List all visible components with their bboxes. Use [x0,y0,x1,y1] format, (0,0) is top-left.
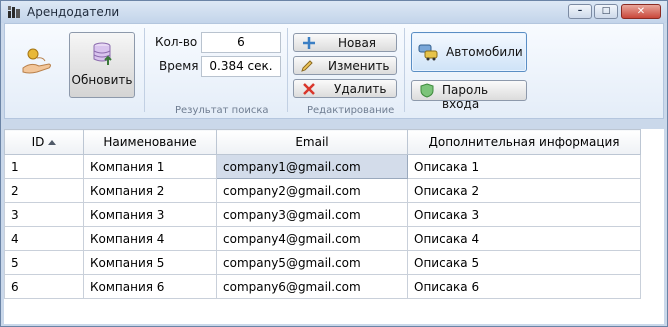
shield-icon [420,83,434,98]
delete-button[interactable]: Удалить [293,79,397,98]
new-label: Новая [338,36,377,50]
cell-email[interactable]: company4@gmail.com [216,226,408,251]
cell-name[interactable]: Компания 3 [83,202,217,227]
cell-name[interactable]: Компания 4 [83,226,217,251]
refresh-label: Обновить [71,73,133,87]
table-row[interactable]: 1 Компания 1 company1@gmail.com Описака … [4,154,641,179]
count-label: Кол-во [155,35,198,49]
app-icon [8,6,20,18]
cell-info[interactable]: Описака 3 [407,202,641,227]
password-button[interactable]: Пароль входа [411,80,527,111]
time-field[interactable]: 0.384 сек. [201,56,281,77]
column-header-name[interactable]: Наименование [83,129,217,155]
cell-id[interactable]: 2 [4,178,84,203]
column-header-id[interactable]: ID [4,129,84,155]
refresh-button[interactable]: Обновить [69,32,135,98]
cell-email[interactable]: company3@gmail.com [216,202,408,227]
cell-email-selected[interactable]: company1@gmail.com [216,154,408,179]
separator [404,28,405,112]
edit-button[interactable]: Изменить [293,56,397,75]
column-header-email[interactable]: Email [216,129,408,155]
password-label: Пароль входа [442,83,489,111]
cell-info[interactable]: Описака 4 [407,226,641,251]
cars-button[interactable]: Автомобили [411,32,527,72]
search-result-caption: Результат поиска [175,105,269,116]
cell-id[interactable]: 6 [4,274,84,299]
main-window: Арендодатели – □ ✕ Обновить Кол-во 6 Вре… [0,0,668,327]
edit-label: Изменить [328,59,390,73]
separator [144,28,145,112]
sort-ascending-icon [48,140,57,145]
toolbar: Обновить Кол-во 6 Время 0.384 сек. Резул… [4,23,664,119]
hand-coin-icon [22,48,51,74]
cell-name[interactable]: Компания 2 [83,178,217,203]
table-row[interactable]: 5 Компания 5 company5@gmail.com Описака … [4,250,641,275]
cell-info[interactable]: Описака 1 [407,154,641,179]
cell-id[interactable]: 5 [4,250,84,275]
plus-icon [303,37,315,49]
cell-email[interactable]: company6@gmail.com [216,274,408,299]
cell-info[interactable]: Описака 5 [407,250,641,275]
new-button[interactable]: Новая [293,33,397,52]
maximize-icon: □ [601,6,611,16]
cell-id[interactable]: 4 [4,226,84,251]
x-icon [303,83,315,95]
minimize-icon: – [577,6,583,16]
table-row[interactable]: 3 Компания 3 company3@gmail.com Описака … [4,202,641,227]
count-field[interactable]: 6 [201,32,281,53]
close-icon: ✕ [636,6,646,17]
cell-name[interactable]: Компания 1 [83,154,217,179]
separator [287,28,288,112]
cell-info[interactable]: Описака 6 [407,274,641,299]
title-bar[interactable]: Арендодатели – □ ✕ [1,1,667,23]
cell-email[interactable]: company2@gmail.com [216,178,408,203]
cell-id[interactable]: 3 [4,202,84,227]
database-refresh-icon [93,42,112,65]
pencil-icon [301,60,313,72]
maximize-button[interactable]: □ [594,4,618,19]
cell-info[interactable]: Описака 2 [407,178,641,203]
time-label: Время [159,59,199,73]
edit-caption: Редактирование [307,105,395,116]
table-row[interactable]: 2 Компания 2 company2@gmail.com Описака … [4,178,641,203]
cell-name[interactable]: Компания 6 [83,274,217,299]
table-row[interactable]: 6 Компания 6 company6@gmail.com Описака … [4,274,641,299]
window-title: Арендодатели [27,5,120,19]
delete-label: Удалить [334,82,387,96]
column-header-info[interactable]: Дополнительная информация [407,129,641,155]
minimize-button[interactable]: – [568,4,592,19]
data-table: ID Наименование Email Дополнительная инф… [4,129,641,299]
cell-email[interactable]: company5@gmail.com [216,250,408,275]
table-header-row: ID Наименование Email Дополнительная инф… [4,129,641,155]
cell-id[interactable]: 1 [4,154,84,179]
table-row[interactable]: 4 Компания 4 company4@gmail.com Описака … [4,226,641,251]
cars-icon [418,44,438,61]
cell-name[interactable]: Компания 5 [83,250,217,275]
close-button[interactable]: ✕ [621,4,661,19]
cars-label: Автомобили [446,45,523,59]
